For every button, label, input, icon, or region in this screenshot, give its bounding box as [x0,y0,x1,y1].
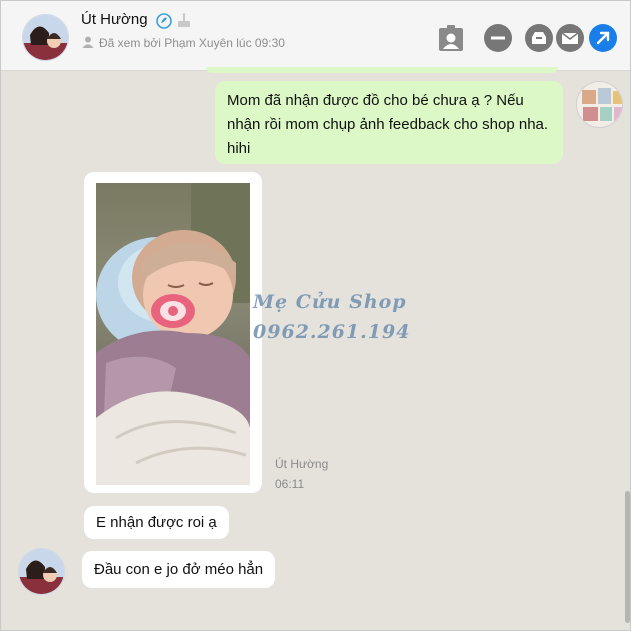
archive-button[interactable] [525,24,553,52]
incoming-message[interactable]: E nhận được roi ạ [84,506,229,539]
person-icon [82,36,94,48]
my-avatar[interactable] [576,81,623,128]
open-external-icon[interactable] [589,24,617,52]
mail-button[interactable] [556,24,584,52]
contact-avatar[interactable] [22,14,69,61]
seen-status: Đã xem bởi Phạm Xuyên lúc 09:30 [99,36,285,50]
incoming-message[interactable]: Đầu con e jo đở méo hẳn [82,551,276,588]
birthday-cake-icon [178,13,190,27]
photo-watermark-shop: Mẹ Cửu Shop [253,291,407,313]
photo-sender-name: Út Hường [275,457,329,471]
outgoing-message[interactable]: Mom đã nhận được đồ cho bé chưa ạ ? Nếu … [215,81,563,164]
photo-timestamp: 06:11 [275,477,305,491]
scrollbar-thumb[interactable] [625,491,630,623]
photo-watermark-phone: 0962.261.194 [253,321,411,343]
verified-icon [156,13,172,29]
minimize-button[interactable] [484,24,512,52]
contact-name[interactable]: Út Hường [81,11,148,28]
chat-window: Út Hường Đã xem bởi Phạm Xuyên lúc 09:30 [0,0,631,631]
contact-card-button[interactable] [438,25,464,52]
contact-avatar-small[interactable] [18,548,65,595]
previous-message-bubble [206,67,558,73]
chat-header: Út Hường Đã xem bởi Phạm Xuyên lúc 09:30 [1,1,630,71]
baby-photo[interactable] [96,183,250,485]
